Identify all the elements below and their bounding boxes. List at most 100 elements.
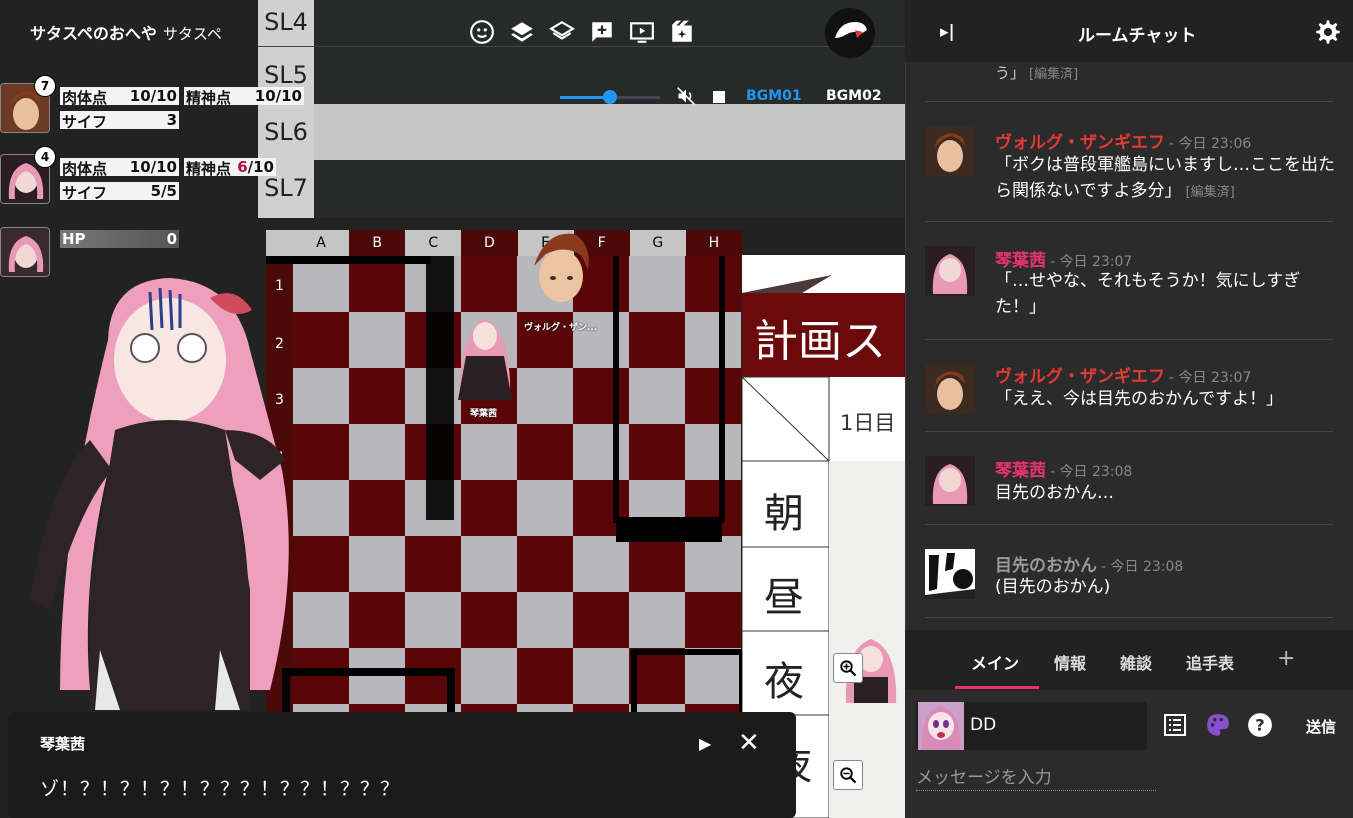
collapse-panel-icon[interactable]: ▸| — [940, 22, 955, 42]
board-cell[interactable] — [629, 648, 685, 704]
board-cell[interactable] — [517, 648, 573, 704]
scene-label: SL4 — [258, 0, 314, 46]
stat-hp: HP 0 — [60, 230, 179, 248]
board-cell[interactable] — [517, 368, 573, 424]
token-volg[interactable]: ヴォルグ・ザン... — [524, 226, 598, 333]
board-cell[interactable] — [573, 648, 629, 704]
board-cell[interactable] — [405, 536, 461, 592]
token-label: ヴォルグ・ザン... — [524, 323, 598, 333]
column-label: B — [349, 230, 406, 256]
chat-message: 琴葉茜 - 今日 23:08 目先のおかん… — [925, 432, 1333, 525]
board-cell[interactable] — [685, 368, 741, 424]
board-cell[interactable] — [573, 536, 629, 592]
dialog-speaker-name: 琴葉茜 — [40, 735, 86, 753]
plan-time-morning: 朝 — [764, 491, 804, 537]
scene-label: SL6 — [258, 104, 314, 160]
board-cell[interactable] — [349, 424, 405, 480]
add-tab-button[interactable]: + — [1277, 646, 1295, 671]
board-cell[interactable] — [517, 536, 573, 592]
bgm01-button[interactable]: BGM01 — [746, 88, 802, 104]
board-cell[interactable] — [517, 592, 573, 648]
board-cell[interactable] — [461, 592, 517, 648]
board-cell[interactable] — [629, 312, 685, 368]
column-label: C — [405, 230, 462, 256]
board-cell[interactable] — [405, 592, 461, 648]
column-label: D — [461, 230, 518, 256]
dialog-close-icon[interactable]: ✕ — [738, 728, 760, 758]
board-cell[interactable] — [685, 256, 741, 312]
board-cell[interactable] — [349, 256, 405, 312]
board-cell[interactable] — [349, 312, 405, 368]
board-cell[interactable] — [629, 424, 685, 480]
board-cell[interactable] — [685, 592, 741, 648]
dialog-next-icon[interactable]: ▶ — [699, 734, 711, 753]
scene-row-sl6[interactable]: SL6 — [258, 104, 905, 160]
board-cell[interactable] — [349, 536, 405, 592]
board-cell[interactable] — [461, 536, 517, 592]
tab-chatter[interactable]: 雑談 — [1120, 650, 1152, 674]
mute-icon[interactable] — [676, 86, 696, 106]
board-cell[interactable] — [349, 480, 405, 536]
board-cell[interactable] — [573, 424, 629, 480]
toolbar — [462, 10, 702, 54]
board-cell[interactable] — [629, 256, 685, 312]
help-icon[interactable]: ? — [1247, 712, 1273, 742]
dialog-text: ゾ！？！？！？！？？？！？？！？？？ — [40, 778, 401, 800]
movie-filter-icon[interactable] — [662, 10, 702, 54]
send-button[interactable]: 送信 — [1306, 716, 1336, 737]
active-tab-indicator — [955, 686, 1039, 689]
palette-icon[interactable] — [1205, 712, 1231, 742]
board-cell[interactable] — [685, 312, 741, 368]
scene-row-sl7[interactable]: SL7 — [258, 160, 905, 218]
board-cell[interactable] — [629, 368, 685, 424]
board-cell[interactable] — [685, 424, 741, 480]
board-cell[interactable] — [629, 536, 685, 592]
token-akane[interactable]: 琴葉茜 — [450, 304, 520, 420]
face-icon[interactable] — [462, 10, 502, 54]
bgm02-button[interactable]: BGM02 — [826, 88, 882, 104]
board-cell[interactable] — [349, 592, 405, 648]
room-name: サタスペのおへや — [30, 24, 157, 43]
zoom-out-button[interactable] — [833, 760, 863, 790]
column-label: G — [629, 230, 686, 256]
gear-icon[interactable] — [1314, 18, 1342, 46]
tab-main[interactable]: メイン — [971, 650, 1019, 674]
stat-mind: 精神点 6/10 — [184, 158, 276, 178]
board-cell[interactable] — [517, 480, 573, 536]
list-icon[interactable] — [1163, 713, 1187, 741]
slideshow-icon[interactable] — [622, 10, 662, 54]
zoom-in-button[interactable] — [833, 653, 863, 683]
stat-body: 肉体点 10/10 — [60, 158, 179, 178]
stop-icon[interactable] — [713, 91, 725, 103]
sender-avatar — [918, 702, 964, 750]
message-author: ヴォルグ・ザンギエフ - 今日 23:06 — [995, 133, 1252, 153]
board-cell[interactable] — [517, 424, 573, 480]
board-cell[interactable] — [629, 592, 685, 648]
message-avatar — [925, 126, 975, 176]
layers-icon[interactable] — [502, 10, 542, 54]
chat-message: ヴォルグ・ザンギエフ - 今日 23:07 「ええ、今は目先のおかんですよ！」 — [925, 340, 1333, 432]
layers-outline-icon[interactable] — [542, 10, 582, 54]
board-cell[interactable] — [685, 536, 741, 592]
user-avatar-icon[interactable] — [825, 8, 875, 58]
tab-pursuit[interactable]: 追手表 — [1186, 650, 1234, 674]
message-author: 琴葉茜 - 今日 23:08 — [995, 461, 1133, 481]
tab-info[interactable]: 情報 — [1054, 650, 1086, 674]
svg-text:?: ? — [1255, 715, 1264, 734]
message-avatar — [925, 364, 975, 414]
board-cell[interactable] — [461, 648, 517, 704]
token-label: 琴葉茜 — [470, 409, 498, 419]
add-comment-icon[interactable] — [582, 10, 622, 54]
board-cell[interactable] — [573, 368, 629, 424]
volume-slider-thumb[interactable] — [603, 90, 617, 104]
zoom-out-icon — [840, 767, 857, 784]
board-cell[interactable] — [349, 368, 405, 424]
board-cell[interactable] — [685, 648, 741, 704]
chat-message: ヴォルグ・ザンギエフ - 今日 23:06 「ボクは普段軍艦島にいますし…ここを出… — [925, 102, 1335, 222]
board-cell[interactable] — [461, 480, 517, 536]
board-cell[interactable] — [573, 592, 629, 648]
message-input[interactable] — [916, 766, 1156, 791]
stat-body: 肉体点 10/10 — [60, 87, 179, 107]
sender-selector[interactable] — [916, 702, 1147, 750]
board-cell[interactable] — [461, 424, 517, 480]
